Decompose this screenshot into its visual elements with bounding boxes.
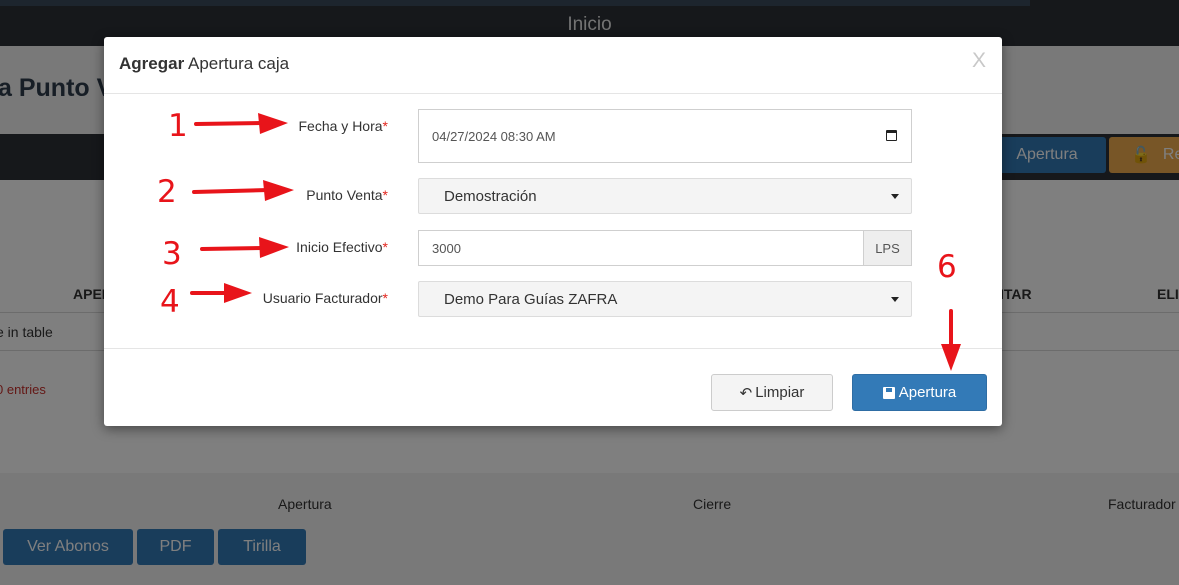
inicio-efectivo-label-text: Inicio Efectivo <box>296 239 383 255</box>
save-icon <box>882 386 895 399</box>
limpiar-button[interactable]: ↶ Limpiar <box>711 374 833 411</box>
fecha-hora-value: 04/27/2024 08:30 AM <box>432 128 556 144</box>
chevron-down-icon <box>891 297 899 302</box>
inicio-efectivo-input[interactable]: 3000 <box>418 230 864 266</box>
close-icon[interactable]: X <box>972 49 986 73</box>
fecha-hora-input[interactable]: 04/27/2024 08:30 AM <box>418 109 912 163</box>
required-marker: * <box>382 118 388 134</box>
annotation-number-1: 1 <box>168 108 188 144</box>
punto-venta-select[interactable]: Demostración <box>418 178 912 214</box>
calendar-icon[interactable] <box>886 130 897 141</box>
annotation-number-3: 3 <box>162 236 182 272</box>
punto-venta-value: Demostración <box>444 187 537 205</box>
modal-title-rest: Apertura caja <box>187 54 290 73</box>
required-marker: * <box>382 187 388 203</box>
modal-header: Agregar Apertura caja X <box>104 37 1002 94</box>
undo-icon: ↶ <box>739 384 753 402</box>
modal-title-bold: Agregar <box>119 54 185 73</box>
annotation-number-6: 6 <box>937 249 957 285</box>
apertura-label: Apertura <box>898 384 957 401</box>
modal-footer-divider <box>104 348 1002 349</box>
annotation-number-2: 2 <box>157 174 177 210</box>
fecha-label-text: Fecha y Hora <box>298 118 383 134</box>
usuario-facturador-select[interactable]: Demo Para Guías ZAFRA <box>418 281 912 317</box>
limpiar-label: Limpiar <box>755 384 805 401</box>
punto-venta-label-text: Punto Venta <box>306 187 383 203</box>
modal-title: Agregar Apertura caja <box>119 54 289 74</box>
inicio-efectivo-value: 3000 <box>432 240 461 256</box>
required-marker: * <box>382 290 388 306</box>
inicio-efectivo-label: Inicio Efectivo* <box>296 239 388 255</box>
currency-addon: LPS <box>863 230 912 266</box>
chevron-down-icon <box>891 194 899 199</box>
usuario-facturador-label-text: Usuario Facturador <box>262 290 383 306</box>
annotation-number-4: 4 <box>160 284 180 320</box>
usuario-facturador-value: Demo Para Guías ZAFRA <box>444 290 618 308</box>
fecha-label: Fecha y Hora* <box>299 118 389 134</box>
usuario-facturador-label: Usuario Facturador* <box>263 290 388 306</box>
punto-venta-label: Punto Venta* <box>306 187 388 203</box>
required-marker: * <box>382 239 388 255</box>
apertura-button[interactable]: Apertura <box>852 374 987 411</box>
apertura-caja-modal: Agregar Apertura caja X Fecha y Hora* 04… <box>104 37 1002 426</box>
